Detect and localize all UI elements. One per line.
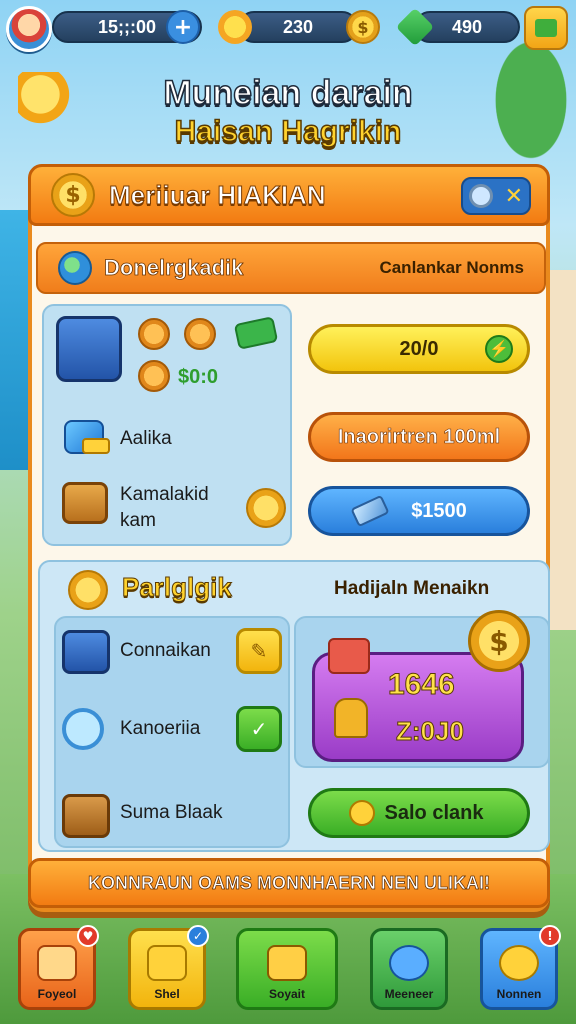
upgrade-button[interactable]: Inaorirtren 100ml: [308, 412, 530, 462]
notification-badge: !: [539, 925, 561, 947]
rewards-title: Parlglgik: [122, 572, 233, 603]
nav-label: Shel: [154, 987, 180, 1001]
crate-icon: [62, 794, 110, 838]
main-panel: $ Meriiuar HIAKIAN ✕ Donelrgkadik Canlan…: [28, 164, 550, 912]
plus-icon: +: [173, 14, 193, 40]
globe-icon: [58, 251, 92, 285]
nav-label: Foyeol: [37, 987, 77, 1001]
collect-button[interactable]: Salo clank: [308, 788, 530, 838]
nav-label: Soyait: [268, 987, 305, 1001]
gems-text: 490: [451, 16, 483, 37]
shop-button[interactable]: [524, 6, 568, 50]
item-label: Kamalakid: [120, 484, 209, 505]
timer-text: 15;;:00: [97, 16, 157, 37]
panel-header: $ Meriiuar HIAKIAN ✕: [28, 164, 550, 226]
coin-icon[interactable]: $: [346, 10, 380, 44]
reward-value-secondary: Z:0J0: [396, 716, 465, 747]
title-line1: Muneian darain: [163, 73, 414, 113]
upgrade-button-label: Inaorirtren 100ml: [337, 425, 501, 448]
cake-icon: [328, 638, 370, 674]
hammer-icon: [147, 945, 187, 981]
coins-display: 230: [238, 11, 358, 43]
energy-button-label: 20/0: [399, 337, 439, 360]
globe-icon: [389, 945, 429, 981]
nav-inventory[interactable]: Soyait: [236, 928, 338, 1010]
coin-icon: [68, 570, 108, 610]
reward-item-label: Kanoeriia: [120, 718, 201, 739]
sub-header-title: Donelrgkadik: [104, 255, 244, 281]
ingot-icon: [350, 494, 390, 528]
notification-badge: ♥: [77, 925, 99, 947]
top-hud: 15;;:00 + 230 $ 490: [6, 6, 570, 52]
bonus-amount: $0:0: [178, 366, 219, 388]
nav-settings[interactable]: ! Nonnen: [480, 925, 561, 1010]
close-icon: ✕: [504, 183, 524, 209]
cookie-icon: [138, 360, 170, 392]
cookie-icon: [184, 318, 216, 350]
claim-button[interactable]: ✎: [236, 628, 282, 674]
reward-item-label: Suma Blaak: [120, 802, 223, 823]
bottom-nav: ♥ Foyeol ✓ Shel Soyait Meeneer ! Nonnen: [0, 925, 576, 1018]
nav-home[interactable]: ♥ Foyeol: [18, 925, 99, 1010]
confirm-button[interactable]: ✓: [236, 706, 282, 752]
coin-icon: $: [51, 173, 95, 217]
reward-value: 1646: [388, 668, 456, 702]
rewards-right-title: Hadijaln Menaikn: [334, 578, 490, 599]
nav-map[interactable]: Meeneer: [370, 928, 448, 1010]
machine-icon: [62, 630, 110, 674]
coins-text: 230: [282, 16, 314, 37]
buy-button[interactable]: $1500: [308, 486, 530, 536]
cookie-icon: [138, 318, 170, 350]
sub-header: Donelrgkadik Canlankar Nonms: [36, 242, 546, 294]
page-title: Muneian darain Haisan Hagrikin: [0, 73, 576, 149]
sun-icon: [218, 10, 252, 44]
panel-title: Meriiuar HIAKIAN: [109, 179, 327, 210]
sub-header-right-label: Canlankar Nonms: [379, 258, 524, 277]
crate-icon: [267, 945, 307, 981]
footer-banner-text: KONNRAUN OAMS MONNHAERN NEN ULIKAI!: [88, 872, 491, 893]
machine-icon: [56, 316, 122, 382]
notification-badge: ✓: [187, 925, 209, 947]
gear-icon: [499, 945, 539, 981]
search-icon: [468, 184, 493, 208]
footer-banner: KONNRAUN OAMS MONNHAERN NEN ULIKAI!: [28, 858, 550, 908]
nav-label: Nonnen: [496, 987, 542, 1001]
coin-icon: [246, 488, 286, 528]
collect-button-label: Salo clank: [384, 801, 484, 824]
item-label: kam: [120, 510, 156, 531]
house-icon: [37, 945, 77, 981]
nav-label: Meeneer: [384, 987, 434, 1001]
add-time-button[interactable]: +: [166, 10, 200, 44]
nav-shop[interactable]: ✓ Shel: [128, 925, 209, 1010]
reward-item-label: Connaikan: [120, 640, 211, 661]
item-label: Aalika: [120, 428, 172, 449]
gold-bar-icon: [82, 438, 110, 454]
shop-icon: [535, 19, 557, 37]
chest-icon: [62, 482, 108, 524]
magnifier-icon: [62, 708, 104, 750]
avatar[interactable]: [6, 6, 52, 52]
energy-button[interactable]: 20/0 ⚡: [308, 324, 530, 374]
bolt-icon: ⚡: [485, 335, 513, 363]
title-line2: Haisan Hagrikin: [174, 114, 402, 149]
close-button[interactable]: ✕: [461, 177, 531, 215]
bell-icon: [334, 698, 368, 738]
coin-icon: $: [468, 610, 530, 672]
heart-icon: [349, 800, 375, 826]
buy-button-label: $1500: [411, 499, 467, 522]
